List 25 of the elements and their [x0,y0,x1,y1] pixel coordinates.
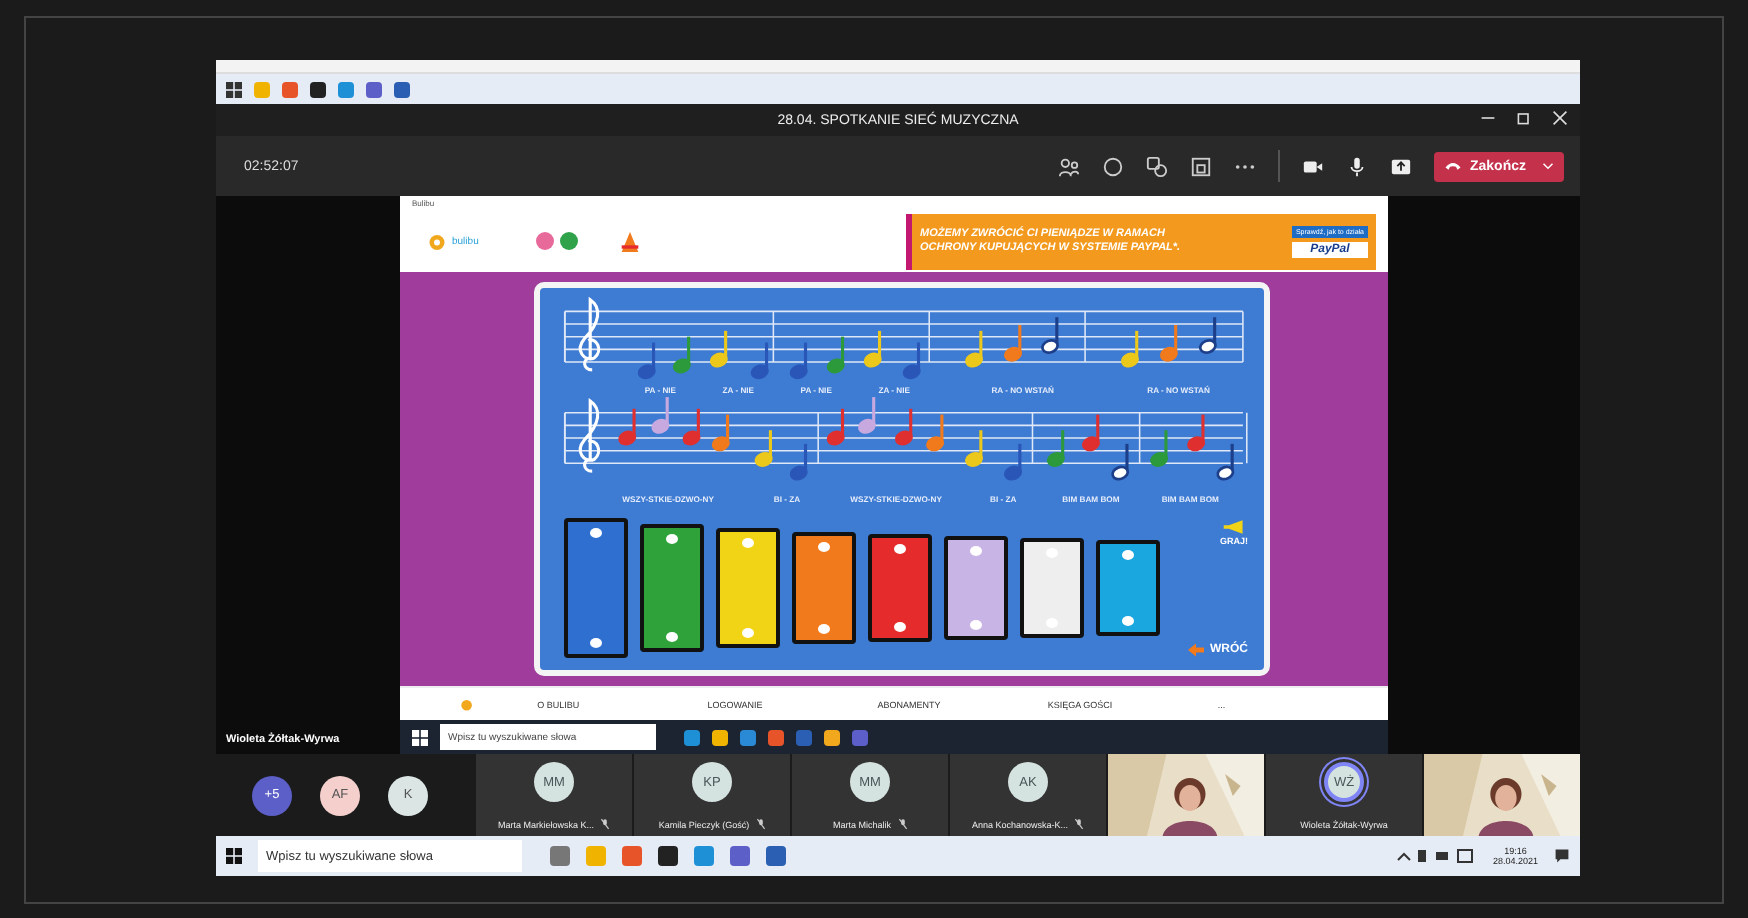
xylophone-bar[interactable] [716,527,780,648]
tray-icons[interactable] [1396,848,1477,864]
windows-icon[interactable] [226,81,242,97]
rooms-icon[interactable] [1189,155,1212,177]
caret-icon [1542,162,1554,170]
logo-icon [428,232,446,251]
close-icon[interactable] [1552,110,1568,126]
xylophone-bar[interactable] [564,517,628,658]
reactions-icon[interactable] [1145,155,1168,177]
notification-icon[interactable] [1554,848,1570,864]
xylophone-bar[interactable] [792,531,856,644]
xylophone-bar[interactable] [1020,537,1084,638]
xylophone-bar[interactable] [868,533,932,642]
share-icon[interactable] [1389,155,1412,177]
people-icon[interactable] [1057,155,1080,177]
microphone-icon[interactable] [1345,155,1368,177]
pyramid-icon [620,229,641,254]
windows-icon[interactable] [412,729,428,746]
xylophone-bar[interactable] [640,523,704,652]
xylophone-bar[interactable] [944,535,1008,640]
windows-icon[interactable] [226,848,242,864]
maximize-icon[interactable] [1516,110,1532,126]
horn-icon[interactable] [1221,517,1246,536]
logo-icon [460,696,474,713]
xylophone-bar[interactable] [1096,539,1160,636]
